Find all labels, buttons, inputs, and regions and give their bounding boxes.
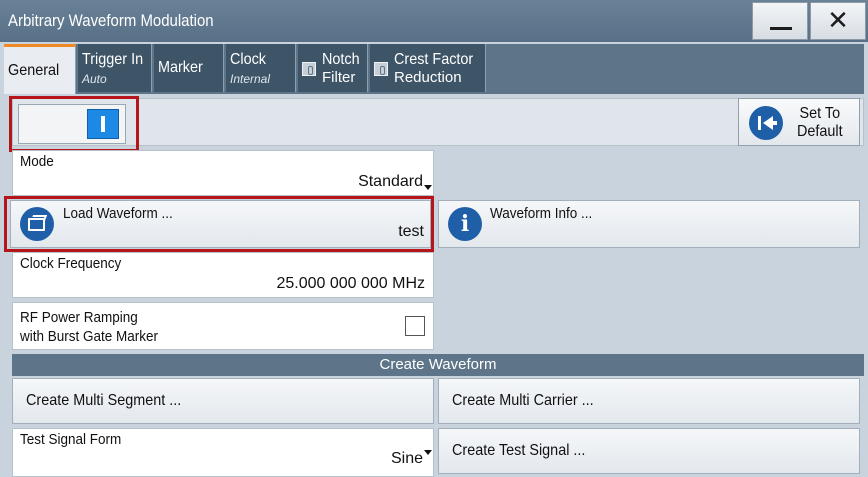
tab-sublabel: Internal	[230, 72, 271, 86]
tab-crest-factor-reduction[interactable]: Crest Factor Reduction	[370, 44, 486, 92]
state-bar	[12, 98, 864, 146]
create-waveform-header: Create Waveform	[12, 354, 864, 376]
mode-value: Standard	[358, 173, 423, 190]
info-icon: i	[448, 207, 482, 241]
tab-strip: General Trigger In Auto Marker Clock Int…	[4, 44, 864, 94]
tab-sublabel: Reduction	[394, 69, 462, 86]
tab-notch-filter[interactable]: Notch Filter	[298, 44, 368, 92]
test-signal-form-label: Test Signal Form	[20, 431, 122, 448]
rf-power-ramping-checkbox[interactable]	[405, 316, 425, 336]
tab-marker[interactable]: Marker	[154, 44, 224, 92]
chevron-down-icon	[424, 185, 432, 190]
tab-clock[interactable]: Clock Internal	[226, 44, 296, 92]
window-title: Arbitrary Waveform Modulation	[8, 11, 214, 30]
tab-label: Clock	[230, 51, 267, 68]
minimize-icon	[770, 27, 792, 30]
toggle-on-icon	[87, 109, 119, 139]
tab-state-led-icon	[302, 62, 316, 76]
create-multi-segment-button[interactable]: Create Multi Segment ...	[12, 378, 434, 424]
set-to-default-label: Set To Default	[796, 105, 843, 140]
create-test-signal-label: Create Test Signal ...	[452, 442, 586, 459]
close-icon: ✕	[827, 6, 849, 36]
mode-label: Mode	[20, 153, 54, 170]
set-to-default-button[interactable]: Set To Default	[738, 98, 860, 146]
tab-label: Trigger In	[82, 51, 144, 68]
waveform-info-label: Waveform Info ...	[490, 205, 593, 222]
tab-trigger-in[interactable]: Trigger In Auto	[78, 44, 152, 92]
tab-general[interactable]: General	[4, 44, 76, 94]
tab-label: General	[8, 62, 60, 79]
create-multi-carrier-label: Create Multi Carrier ...	[452, 392, 594, 409]
tab-label: Notch	[322, 51, 360, 68]
rf-power-ramping-label: RF Power Ramping with Burst Gate Marker	[20, 309, 159, 345]
arb-waveform-dialog: Arbitrary Waveform Modulation ✕ General …	[0, 0, 868, 477]
tab-sublabel: Filter	[322, 69, 356, 86]
waveform-info-button[interactable]: i Waveform Info ...	[438, 200, 860, 248]
clock-frequency-label: Clock Frequency	[20, 255, 122, 272]
tab-label: Crest Factor	[394, 51, 474, 68]
test-signal-form-select[interactable]: Test Signal Form Sine	[12, 428, 434, 477]
clock-frequency-field[interactable]: Clock Frequency 25.000 000 000 MHz	[12, 252, 434, 298]
mode-select[interactable]: Mode Standard	[12, 150, 434, 196]
create-multi-segment-label: Create Multi Segment ...	[26, 392, 182, 409]
load-waveform-highlight-frame	[4, 196, 434, 252]
general-panel: Set To Default Mode Standard Load Wavefo…	[4, 94, 864, 477]
clock-frequency-value: 25.000 000 000 MHz	[276, 275, 425, 292]
create-test-signal-button[interactable]: Create Test Signal ...	[438, 428, 860, 474]
title-bar[interactable]: Arbitrary Waveform Modulation ✕	[0, 0, 868, 42]
state-toggle[interactable]	[18, 104, 126, 144]
close-button[interactable]: ✕	[810, 2, 866, 40]
reset-arrow-icon	[749, 106, 783, 140]
tab-sublabel: Auto	[82, 72, 107, 86]
tab-label: Marker	[158, 59, 203, 76]
rf-power-ramping-row: RF Power Ramping with Burst Gate Marker	[12, 302, 434, 350]
test-signal-form-value: Sine	[390, 450, 423, 467]
create-multi-carrier-button[interactable]: Create Multi Carrier ...	[438, 378, 860, 424]
tab-state-led-icon	[374, 62, 388, 76]
minimize-button[interactable]	[752, 2, 808, 40]
chevron-down-icon	[424, 450, 432, 455]
